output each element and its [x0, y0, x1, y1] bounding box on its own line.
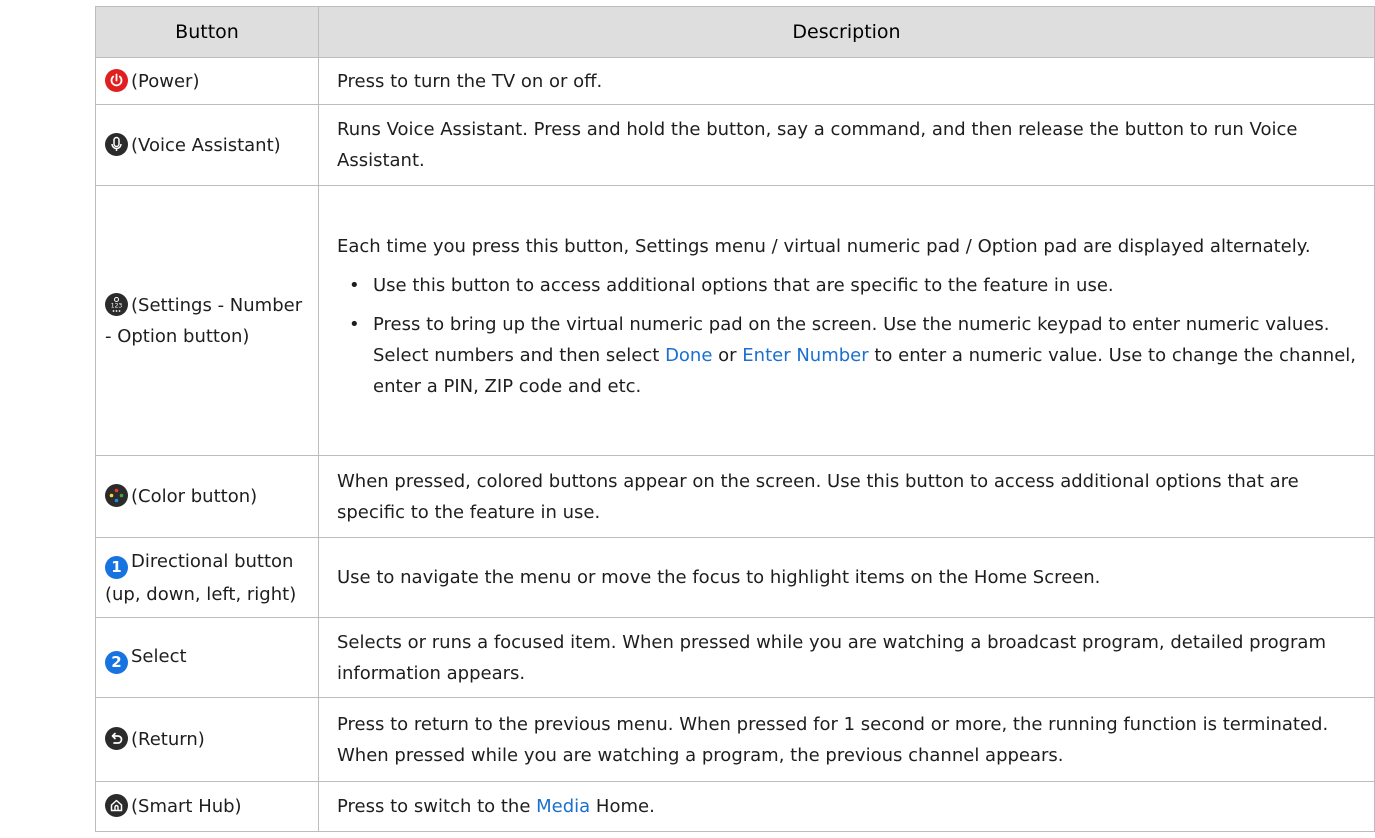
home-icon	[105, 794, 128, 817]
table-row: 123 (Settings - Number - Option button) …	[95, 185, 1375, 456]
microphone-icon	[105, 132, 128, 156]
table-row: (Color button) When pressed, colored but…	[95, 455, 1375, 538]
button-cell: (Power)	[95, 57, 319, 105]
button-label: Select	[131, 646, 187, 667]
bullet-item: Press to bring up the virtual numeric pa…	[337, 309, 1362, 402]
header-button: Button	[95, 6, 319, 58]
button-cell: (Smart Hub)	[95, 781, 319, 832]
table-header-row: Button Description	[95, 6, 1375, 58]
header-description: Description	[318, 6, 1375, 58]
description-text: Press to switch to the	[337, 796, 537, 817]
button-cell: 2 Select	[95, 617, 319, 698]
description-cell: Press to switch to the Media Home.	[318, 781, 1375, 832]
power-icon	[105, 68, 128, 92]
enter-number-link[interactable]: Enter Number	[742, 345, 868, 366]
button-label: (Color button)	[131, 486, 258, 507]
remote-buttons-table: Button Description (Power) Press to turn…	[95, 6, 1375, 832]
button-cell: (Color button)	[95, 455, 319, 538]
description-intro: Each time you press this button, Setting…	[337, 236, 1311, 257]
button-cell: 1 Directional button (up, down, left, rig…	[95, 537, 319, 618]
button-label: (Power)	[131, 70, 200, 92]
description-cell: Use to navigate the menu or move the foc…	[318, 537, 1375, 618]
table-row: (Power) Press to turn the TV on or off.	[95, 57, 1375, 105]
table-row: (Voice Assistant) Runs Voice Assistant. …	[95, 104, 1375, 186]
media-link[interactable]: Media	[536, 796, 590, 817]
button-label: (Return)	[131, 729, 205, 750]
description-cell: Runs Voice Assistant. Press and hold the…	[318, 104, 1375, 186]
bullet-text: or	[712, 345, 743, 366]
color-button-icon	[105, 484, 128, 507]
done-link[interactable]: Done	[665, 345, 712, 366]
return-icon	[105, 727, 128, 750]
description-text: Home.	[590, 796, 655, 817]
button-cell: (Voice Assistant)	[95, 104, 319, 186]
button-label: (Smart Hub)	[131, 796, 242, 817]
description-cell: Each time you press this button, Setting…	[318, 185, 1375, 456]
table-row: (Smart Hub) Press to switch to the Media…	[95, 781, 1375, 832]
bullet-item: Use this button to access additional opt…	[337, 270, 1362, 301]
number-2-badge-icon: 2	[105, 651, 128, 674]
description-bullets: Use this button to access additional opt…	[337, 270, 1362, 402]
description-cell: Press to turn the TV on or off.	[318, 57, 1375, 105]
number-1-badge-icon: 1	[105, 555, 128, 579]
button-cell: 123 (Settings - Number - Option button)	[95, 185, 319, 456]
description-cell: Press to return to the previous menu. Wh…	[318, 697, 1375, 782]
description-cell: Selects or runs a focused item. When pre…	[318, 617, 1375, 698]
svg-text:123: 123	[111, 302, 123, 309]
table-row: (Return) Press to return to the previous…	[95, 697, 1375, 782]
settings-number-icon: 123	[105, 292, 128, 316]
button-label: (Voice Assistant)	[131, 134, 281, 156]
table-row: 2 Select Selects or runs a focused item. …	[95, 617, 1375, 698]
button-label: Directional button (up, down, left, righ…	[105, 550, 297, 605]
description-cell: When pressed, colored buttons appear on …	[318, 455, 1375, 538]
button-label: (Settings - Number - Option button)	[105, 294, 303, 347]
table-row: 1 Directional button (up, down, left, rig…	[95, 537, 1375, 618]
button-cell: (Return)	[95, 697, 319, 782]
